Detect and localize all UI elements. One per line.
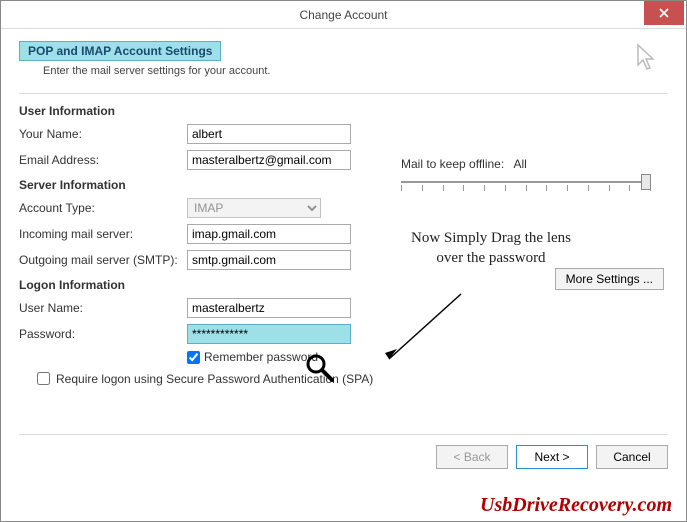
cancel-button[interactable]: Cancel	[596, 445, 668, 469]
username-label: User Name:	[19, 301, 187, 315]
page-subheading: Enter the mail server settings for your …	[43, 65, 668, 77]
page-heading: POP and IMAP Account Settings	[19, 41, 221, 61]
titlebar: Change Account	[1, 1, 686, 29]
remember-password-checkbox[interactable]	[187, 351, 200, 364]
mail-keep-slider[interactable]	[401, 181, 651, 183]
slider-thumb[interactable]	[641, 174, 651, 190]
your-name-input[interactable]	[187, 124, 351, 144]
incoming-label: Incoming mail server:	[19, 227, 187, 241]
close-icon	[659, 8, 669, 18]
next-button[interactable]: Next >	[516, 445, 588, 469]
cursor-icon	[634, 43, 662, 80]
your-name-label: Your Name:	[19, 127, 187, 141]
account-type-label: Account Type:	[19, 201, 187, 215]
mail-offline-section: Mail to keep offline: All	[401, 157, 651, 183]
outgoing-input[interactable]	[187, 250, 351, 270]
annotation-text: Now Simply Drag the lens over the passwo…	[411, 229, 571, 268]
password-label: Password:	[19, 327, 187, 341]
mail-keep-label: Mail to keep offline:	[401, 157, 504, 171]
spa-checkbox[interactable]	[37, 372, 50, 385]
username-input[interactable]	[187, 298, 351, 318]
email-label: Email Address:	[19, 153, 187, 167]
mail-keep-value: All	[514, 157, 527, 171]
outgoing-label: Outgoing mail server (SMTP):	[19, 253, 187, 267]
watermark: UsbDriveRecovery.com	[480, 494, 672, 517]
magnifier-icon	[305, 353, 335, 383]
section-user-info: User Information	[19, 104, 668, 118]
back-button: < Back	[436, 445, 508, 469]
divider	[19, 93, 668, 94]
annotation-arrow	[381, 289, 471, 369]
close-button[interactable]	[644, 1, 684, 25]
wizard-footer: < Back Next > Cancel	[19, 434, 668, 469]
email-input[interactable]	[187, 150, 351, 170]
incoming-input[interactable]	[187, 224, 351, 244]
more-settings-button[interactable]: More Settings ...	[555, 268, 664, 290]
window-title: Change Account	[1, 8, 686, 22]
content-area: POP and IMAP Account Settings Enter the …	[1, 29, 686, 398]
password-input[interactable]	[187, 324, 351, 344]
account-type-select: IMAP	[187, 198, 321, 218]
remember-password-label: Remember password	[204, 350, 318, 364]
